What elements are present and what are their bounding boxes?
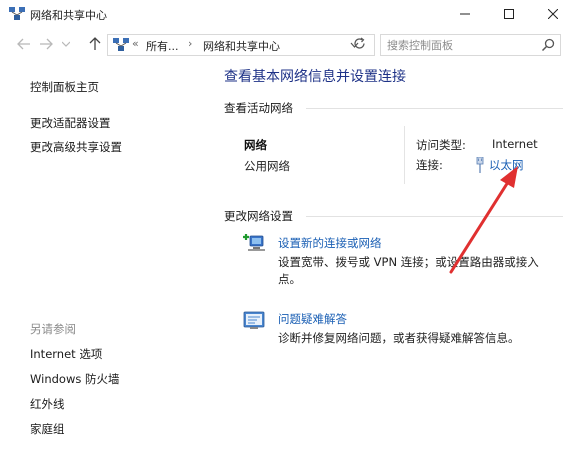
infrared-link[interactable]: 红外线 — [30, 396, 65, 412]
navigation-bar: « 所有... › 网络和共享中心 — [0, 32, 567, 58]
arrow-left-icon — [17, 38, 30, 50]
minimize-icon — [460, 13, 470, 15]
minimize-button[interactable] — [442, 0, 488, 28]
search-icon[interactable] — [541, 38, 555, 52]
left-pane: 控制面板主页 更改适配器设置 更改高级共享设置 另请参阅 Internet 选项… — [0, 60, 210, 450]
control-panel-home-link[interactable]: 控制面板主页 — [30, 79, 99, 95]
refresh-icon — [353, 37, 365, 49]
close-button[interactable] — [530, 0, 567, 28]
troubleshoot-problems-description: 诊断并修复网络问题，或者获得疑难解答信息。 — [278, 331, 520, 345]
network-type-link[interactable]: 公用网络 — [244, 158, 290, 174]
chevron-down-icon — [62, 41, 70, 47]
active-networks-heading: 查看活动网络 — [224, 101, 293, 115]
change-advanced-sharing-link[interactable]: 更改高级共享设置 — [30, 139, 122, 155]
address-bar[interactable]: « 所有... › 网络和共享中心 — [107, 34, 375, 56]
ethernet-connection-label[interactable]: 以太网 — [489, 157, 524, 173]
breadcrumb-separator[interactable]: › — [188, 37, 192, 50]
troubleshoot-problems-link[interactable]: 问题疑难解答 — [278, 311, 347, 327]
change-settings-heading: 更改网络设置 — [224, 209, 293, 223]
page-title: 查看基本网络信息并设置连接 — [224, 69, 406, 85]
setup-new-connection-description: 设置宽带、拨号或 VPN 连接；或设置路由器或接入 — [278, 255, 539, 269]
refresh-button[interactable] — [350, 35, 368, 51]
main-content: 查看基本网络信息并设置连接 查看活动网络 网络 公用网络 访问类型: Inter… — [210, 60, 567, 450]
access-type-label: 访问类型: — [416, 138, 466, 152]
window-title: 网络和共享中心 — [30, 9, 107, 22]
title-bar: 网络和共享中心 — [0, 0, 567, 30]
divider — [306, 216, 563, 217]
network-center-icon — [9, 7, 25, 20]
see-also-heading: 另请参阅 — [30, 322, 76, 336]
breadcrumb-item[interactable]: 所有... — [146, 38, 179, 54]
windows-firewall-link[interactable]: Windows 防火墙 — [30, 371, 120, 387]
breadcrumb-item[interactable]: 网络和共享中心 — [203, 38, 280, 54]
recent-locations-button[interactable] — [60, 35, 72, 53]
connections-label: 连接: — [416, 158, 443, 172]
change-adapter-settings-link[interactable]: 更改适配器设置 — [30, 115, 111, 131]
troubleshoot-icon — [243, 311, 265, 329]
setup-new-connection-link[interactable]: 设置新的连接或网络 — [278, 235, 382, 251]
maximize-icon — [504, 9, 514, 19]
maximize-button[interactable] — [486, 0, 532, 28]
forward-button[interactable] — [37, 35, 55, 53]
ethernet-icon — [476, 157, 484, 173]
new-connection-icon — [243, 234, 265, 251]
network-center-icon — [113, 38, 129, 51]
homegroup-link[interactable]: 家庭组 — [30, 421, 65, 437]
breadcrumb-overflow[interactable]: « — [132, 37, 139, 50]
divider — [306, 108, 563, 109]
arrow-right-icon — [40, 38, 53, 50]
internet-options-link[interactable]: Internet 选项 — [30, 346, 102, 362]
divider — [404, 126, 405, 184]
access-type-value: Internet — [492, 137, 538, 151]
arrow-up-icon — [89, 37, 101, 50]
ethernet-connection-link[interactable]: 以太网 — [475, 157, 524, 173]
search-box[interactable] — [380, 34, 561, 56]
up-button[interactable] — [86, 35, 104, 53]
close-icon — [548, 9, 558, 19]
network-name: 网络 — [244, 138, 267, 152]
setup-new-connection-description-cont: 点。 — [278, 272, 301, 286]
search-input[interactable] — [387, 38, 537, 53]
back-button[interactable] — [15, 35, 33, 53]
